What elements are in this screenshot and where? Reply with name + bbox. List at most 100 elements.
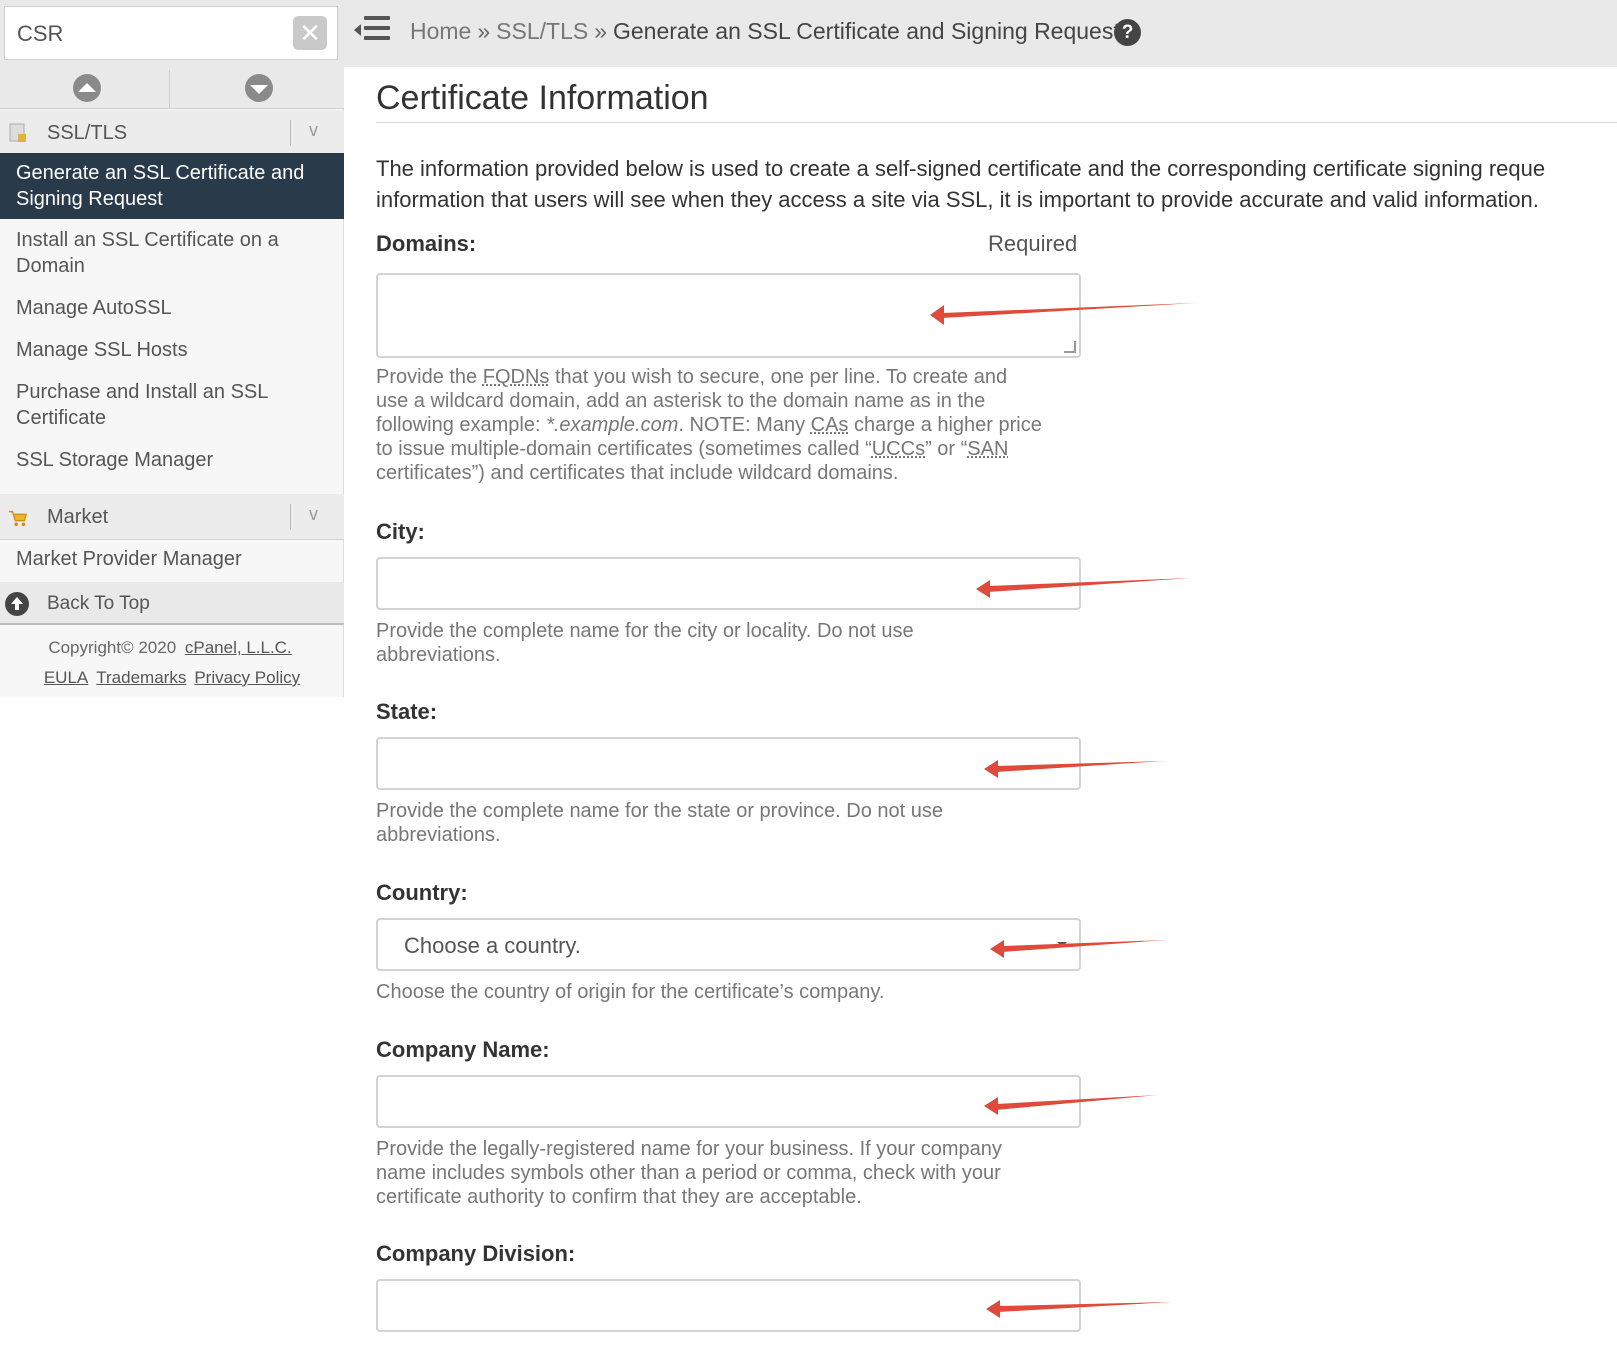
sidebar-item-generate-ssl[interactable]: Generate an SSL Certificate and Signing …: [0, 153, 344, 219]
country-select[interactable]: Choose a country.: [376, 918, 1081, 971]
intro-line: information that users will see when the…: [376, 187, 1539, 212]
intro-line: The information provided below is used t…: [376, 156, 1546, 181]
scroll-down-button[interactable]: [172, 70, 342, 108]
search-input[interactable]: CSR ✕: [4, 6, 338, 60]
state-input[interactable]: [376, 737, 1081, 790]
company-division-input[interactable]: [376, 1279, 1081, 1332]
help-fragment: Provide the: [376, 366, 483, 388]
state-label: State:: [376, 699, 438, 724]
top-bar: Home» SSL/TLS» Generate an SSL Certificate…: [344, 0, 1617, 67]
sidebar-item-label: Generate an SSL Certificate and: [16, 162, 305, 184]
breadcrumb-home[interactable]: Home: [410, 18, 471, 44]
country-label: Country:: [376, 880, 468, 905]
page-title: Certificate Information: [376, 79, 709, 117]
company-name-input[interactable]: [376, 1075, 1081, 1128]
sidebar-item-purchase-ssl[interactable]: Purchase and Install an SSL Certificate: [0, 379, 344, 431]
sidebar-item-ssl-storage[interactable]: SSL Storage Manager: [0, 447, 344, 473]
help-fragment: charge a higher price: [848, 414, 1042, 436]
cpanel-link[interactable]: cPanel, L.L.C.: [185, 638, 292, 657]
intro-text: The information provided below is used t…: [376, 153, 1617, 215]
sidebar-item-label: Certificate: [16, 407, 107, 429]
resize-grip-icon[interactable]: [1064, 341, 1076, 353]
annotation-arrow-icon: [986, 1300, 1172, 1318]
san-abbr: SAN: [967, 438, 1009, 460]
sidebar-item-label: Purchase and Install an SSL: [16, 381, 269, 403]
breadcrumb-separator: »: [477, 18, 491, 44]
annotation-arrow-icon: [990, 940, 1166, 958]
copyright-text: Copyright© 2020: [48, 638, 177, 657]
breadcrumb-separator: »: [594, 18, 607, 44]
cart-icon: [8, 510, 28, 527]
help-line: abbreviations.: [376, 644, 501, 666]
menu-toggle-icon[interactable]: [354, 14, 392, 44]
clear-search-icon[interactable]: ✕: [293, 16, 327, 50]
sidebar-group-market[interactable]: Market v: [0, 494, 344, 540]
breadcrumb: Home» SSL/TLS» Generate an SSL Certificate…: [410, 18, 1120, 45]
sidebar: SSL/TLS v Generate an SSL Certificate an…: [0, 67, 344, 697]
help-fragment: to issue multiple-domain certificates (s…: [376, 438, 872, 460]
city-label: City:: [376, 519, 425, 544]
company-name-label: Company Name:: [376, 1037, 550, 1062]
country-selected-value: Choose a country.: [404, 933, 581, 958]
sidebar-nav-arrows: [0, 67, 344, 109]
breadcrumb-section[interactable]: SSL/TLS: [496, 18, 588, 44]
eula-link[interactable]: EULA: [44, 668, 88, 687]
back-to-top-label: Back To Top: [47, 593, 150, 614]
help-fragment: . NOTE: Many: [678, 414, 811, 436]
fqdn-abbr: FQDNs: [482, 366, 550, 388]
help-line: name includes symbols other than a perio…: [376, 1162, 1001, 1184]
sidebar-item-label: Manage AutoSSL: [16, 297, 172, 319]
sidebar-group-label: SSL/TLS: [47, 122, 128, 144]
sidebar-footer: Copyright© 2020 cPanel, L.L.C. EULA Trade…: [0, 633, 344, 693]
sidebar-item-manage-autossl[interactable]: Manage AutoSSL: [0, 295, 344, 321]
ucc-abbr: UCCs: [871, 438, 926, 460]
example-domain: *.example.com: [546, 414, 679, 436]
back-to-top-button[interactable]: Back To Top: [0, 582, 344, 625]
title-divider: [376, 122, 1617, 123]
breadcrumb-current: Generate an SSL Certificate and Signing …: [613, 18, 1120, 44]
help-line: abbreviations.: [376, 824, 501, 846]
scroll-up-button[interactable]: [0, 70, 170, 108]
help-line: use a wildcard domain, add an asterisk t…: [376, 390, 986, 412]
help-fragment: following example:: [376, 414, 547, 436]
annotation-arrow-icon: [930, 303, 1195, 325]
required-indicator: Required: [988, 231, 1078, 256]
help-fragment: ” or “: [925, 438, 968, 460]
city-help: Provide the complete name for the city o…: [376, 619, 1096, 667]
search-area: CSR ✕: [0, 0, 344, 67]
sidebar-item-manage-ssl-hosts[interactable]: Manage SSL Hosts: [0, 337, 344, 363]
privacy-policy-link[interactable]: Privacy Policy: [194, 668, 300, 687]
arrow-up-circle-icon: [5, 592, 29, 616]
chevron-down-icon[interactable]: v: [309, 120, 318, 141]
company-division-label: Company Division:: [376, 1241, 576, 1266]
domains-label: Domains:: [376, 231, 477, 256]
state-help: Provide the complete name for the state …: [376, 799, 1096, 847]
help-line: Provide the legally-registered name for …: [376, 1138, 1002, 1160]
certificate-icon: [9, 123, 26, 142]
country-help: Choose the country of origin for the cer…: [376, 980, 1096, 1004]
help-line: Provide the complete name for the state …: [376, 800, 943, 822]
annotation-arrow-icon: [984, 1095, 1158, 1115]
help-line: Provide the complete name for the city o…: [376, 620, 914, 642]
help-icon[interactable]: ?: [1114, 19, 1141, 46]
sidebar-item-label: Market Provider Manager: [16, 548, 242, 570]
trademarks-link[interactable]: Trademarks: [96, 668, 186, 687]
sidebar-item-install-ssl[interactable]: Install an SSL Certificate on a Domain: [0, 227, 344, 279]
ca-abbr: CAs: [810, 414, 849, 436]
sidebar-item-label: Manage SSL Hosts: [16, 339, 188, 361]
sidebar-group-ssl[interactable]: SSL/TLS v: [0, 110, 344, 156]
chevron-down-icon[interactable]: v: [309, 504, 318, 525]
annotation-arrow-icon: [976, 578, 1191, 598]
help-line: certificate authority to confirm that th…: [376, 1186, 862, 1208]
search-value: CSR: [17, 21, 64, 46]
sidebar-item-label: Install an SSL Certificate on a: [16, 229, 279, 251]
help-line: Choose the country of origin for the cer…: [376, 981, 885, 1003]
company-name-help: Provide the legally-registered name for …: [376, 1137, 1096, 1209]
sidebar-group-label: Market: [47, 506, 109, 528]
sidebar-item-market-provider[interactable]: Market Provider Manager: [0, 546, 344, 572]
domains-help: Provide the FQDNs that you wish to secur…: [376, 365, 1096, 485]
help-line: certificates”) and certificates that inc…: [376, 462, 899, 484]
sidebar-item-label: Domain: [16, 255, 85, 277]
annotation-arrow-icon: [984, 760, 1164, 778]
sidebar-item-label: SSL Storage Manager: [16, 449, 214, 471]
